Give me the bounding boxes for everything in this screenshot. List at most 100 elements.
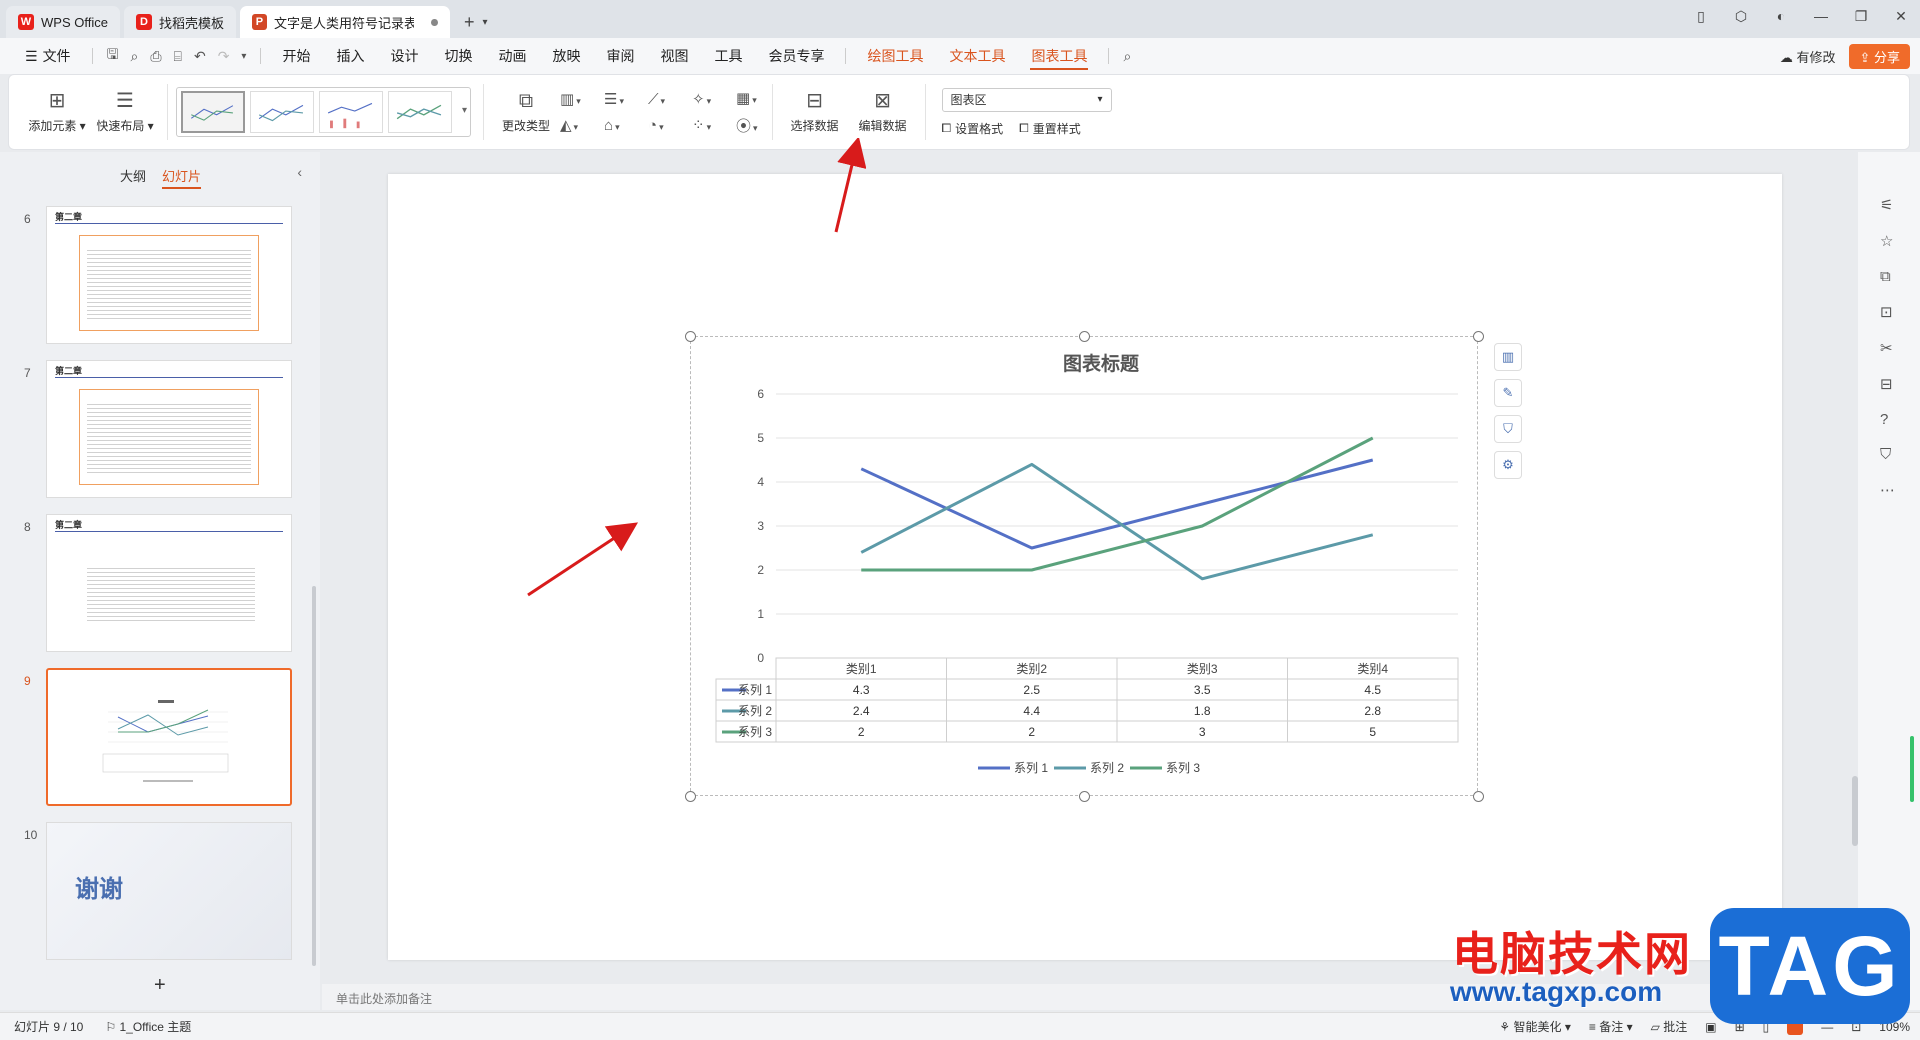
bar-chart-icon[interactable]: ☰ ▾ bbox=[604, 90, 648, 108]
slide-thumbnail-8[interactable]: 8 第二章 bbox=[0, 514, 300, 654]
tab-close-icon[interactable] bbox=[431, 18, 438, 26]
menu-slideshow[interactable]: 放映 bbox=[539, 38, 593, 74]
set-format-button[interactable]: ⧠ 设置格式 bbox=[942, 120, 1004, 137]
quick-layout-button[interactable]: ☰ 快速布局 ▾ bbox=[91, 80, 159, 144]
stock-chart-icon[interactable]: ⌂ ▾ bbox=[604, 117, 648, 134]
resize-handle-tr[interactable] bbox=[1473, 331, 1484, 342]
resize-handle-tl[interactable] bbox=[685, 331, 696, 342]
normal-view-icon[interactable]: ▣ bbox=[1705, 1020, 1716, 1034]
chart-style-3[interactable] bbox=[319, 91, 383, 133]
area-chart-icon[interactable]: ◭ ▾ bbox=[560, 116, 604, 134]
menu-review[interactable]: 审阅 bbox=[593, 38, 647, 74]
chart-style-2[interactable] bbox=[250, 91, 314, 133]
line-chart-icon[interactable]: ⟋ ▾ bbox=[648, 91, 692, 108]
combo-chart-icon[interactable]: ▦ ▾ bbox=[736, 89, 758, 107]
notes-button[interactable]: ≡ 备注 ▾ bbox=[1589, 1018, 1633, 1035]
menu-bar: ☰ 文件 🖫 ⌕ ⎙ ⌸ ↶ ↷ ▾ 开始 插入 设计 切换 动画 放映 审阅 视… bbox=[0, 38, 1920, 74]
resize-handle-bl[interactable] bbox=[685, 791, 696, 802]
tab-template[interactable]: D 找稻壳模板 bbox=[123, 6, 236, 38]
export-icon[interactable]: ⌕ bbox=[125, 48, 145, 65]
book-icon[interactable]: ⊟ bbox=[1880, 375, 1895, 393]
new-tab-button[interactable]: + ▾ bbox=[454, 6, 498, 38]
collapse-panel-icon[interactable]: ‹ bbox=[297, 164, 302, 180]
menu-drawing-tools[interactable]: 绘图工具 bbox=[854, 38, 936, 74]
tab-wps-office[interactable]: W WPS Office bbox=[6, 6, 120, 38]
cube-icon[interactable]: ⬡ bbox=[1732, 8, 1750, 25]
bubble-chart-icon[interactable]: ⦿ ▾ bbox=[736, 115, 758, 136]
canvas-scrollbar[interactable] bbox=[1852, 776, 1858, 846]
chart-filter-icon[interactable]: ⛉ bbox=[1494, 415, 1522, 443]
menu-insert[interactable]: 插入 bbox=[323, 38, 377, 74]
print-preview-icon[interactable]: ⌸ bbox=[168, 48, 188, 65]
image-edit-icon[interactable]: ⊡ bbox=[1880, 303, 1895, 321]
modified-status[interactable]: ☁ 有修改 bbox=[1780, 47, 1836, 66]
tab-outline[interactable]: 大纲 bbox=[120, 166, 146, 189]
comments-button[interactable]: ▱ 批注 bbox=[1651, 1018, 1688, 1035]
star-icon[interactable]: ☆ bbox=[1880, 232, 1895, 250]
add-slide-button[interactable]: + bbox=[154, 974, 166, 997]
menu-chart-tools[interactable]: 图表工具 bbox=[1018, 38, 1100, 74]
layout-icon[interactable]: ▯ bbox=[1692, 8, 1710, 25]
share-icon: ⇪ bbox=[1859, 50, 1871, 65]
column-chart-icon[interactable]: ▥ ▾ bbox=[560, 90, 604, 108]
theme-label[interactable]: ⚐ 1_Office 主题 bbox=[105, 1018, 191, 1035]
radar-chart-icon[interactable]: ✧ ▾ bbox=[692, 90, 736, 108]
chart-style-4[interactable] bbox=[388, 91, 452, 133]
menu-transition[interactable]: 切换 bbox=[431, 38, 485, 74]
menu-home[interactable]: 开始 bbox=[269, 38, 323, 74]
chart-elements-icon[interactable]: ▥ bbox=[1494, 343, 1522, 371]
change-type-button[interactable]: ⧉ 更改类型 bbox=[492, 80, 560, 144]
chart-style-brush-icon[interactable]: ✎ bbox=[1494, 379, 1522, 407]
scatter-chart-icon[interactable]: ⁘ ▾ bbox=[692, 116, 736, 134]
resize-handle-t[interactable] bbox=[1079, 331, 1090, 342]
slide-thumbnail-10[interactable]: 10 谢谢 bbox=[0, 822, 300, 962]
line-chart[interactable]: 图表标题 0 1 2 3 4 5 6 类别1 类别2 类别3 类别4 系列 1 4.3 2.5 3.5 4.5 系… bbox=[690, 336, 1478, 796]
chevron-down-icon[interactable]: ▾ bbox=[235, 51, 252, 62]
chart-settings-icon[interactable]: ⚙ bbox=[1494, 451, 1522, 479]
print-icon[interactable]: ⎙ bbox=[144, 48, 167, 65]
minimize-icon[interactable]: — bbox=[1812, 8, 1830, 25]
undo-icon[interactable]: ↶ bbox=[188, 48, 212, 65]
chevron-down-icon[interactable]: ▾ bbox=[482, 17, 487, 28]
gallery-more-icon[interactable]: ▾ bbox=[462, 105, 467, 116]
restore-icon[interactable]: ❐ bbox=[1852, 8, 1870, 25]
slide-thumbnail-7[interactable]: 7 第二章 bbox=[0, 360, 300, 500]
menu-member[interactable]: 会员专享 bbox=[755, 38, 837, 74]
menu-view[interactable]: 视图 bbox=[647, 38, 701, 74]
edit-data-button[interactable]: ⊠ 编辑数据 bbox=[849, 80, 917, 144]
close-icon[interactable]: ✕ bbox=[1892, 8, 1910, 25]
resize-handle-br[interactable] bbox=[1473, 791, 1484, 802]
menu-text-tools[interactable]: 文本工具 bbox=[936, 38, 1018, 74]
redo-icon[interactable]: ↷ bbox=[212, 48, 236, 65]
menu-animation[interactable]: 动画 bbox=[485, 38, 539, 74]
avatar-icon[interactable]: ◐ bbox=[1772, 8, 1790, 25]
add-element-button[interactable]: ⊞ 添加元素 ▾ bbox=[23, 80, 91, 144]
save-icon[interactable]: 🖫 bbox=[101, 44, 125, 68]
slide-thumbnail-6[interactable]: 6 第二章 bbox=[0, 206, 300, 346]
panel-scrollbar[interactable] bbox=[312, 586, 316, 966]
tools-icon[interactable]: ✂ bbox=[1880, 339, 1895, 357]
slide-thumbnail-9[interactable]: 9 bbox=[0, 668, 300, 808]
chart-element-select[interactable]: 图表区 ▾ bbox=[941, 87, 1112, 112]
chart-float-toolbar: ▥ ✎ ⛉ ⚙ bbox=[1494, 343, 1522, 479]
chart-style-1[interactable] bbox=[181, 91, 245, 133]
menu-design[interactable]: 设计 bbox=[377, 38, 431, 74]
beautify-button[interactable]: ⚘ 智能美化 ▾ bbox=[1499, 1018, 1570, 1035]
resize-handle-b[interactable] bbox=[1079, 791, 1090, 802]
tab-document[interactable]: P 文字是人类用符号记录表达信息以 bbox=[239, 6, 450, 38]
help-icon[interactable]: ? bbox=[1880, 411, 1895, 428]
slide-number: 6 bbox=[24, 212, 31, 226]
pie-chart-icon[interactable]: ◔ ▾ bbox=[648, 117, 692, 134]
copy-icon[interactable]: ⧉ bbox=[1880, 268, 1895, 285]
search-icon[interactable]: ⌕ bbox=[1117, 48, 1137, 65]
more-icon[interactable]: ⋯ bbox=[1880, 481, 1895, 499]
menu-tools[interactable]: 工具 bbox=[701, 38, 755, 74]
shirt-icon[interactable]: ⛉ bbox=[1880, 446, 1895, 463]
reset-style-button[interactable]: ⧠ 重置样式 bbox=[1019, 120, 1081, 137]
properties-icon[interactable]: ⚟ bbox=[1880, 196, 1895, 214]
share-button[interactable]: ⇪ 分享 bbox=[1849, 44, 1910, 69]
select-data-button[interactable]: ⊟ 选择数据 bbox=[781, 80, 849, 144]
body-text-lines bbox=[87, 401, 251, 475]
tab-slides[interactable]: 幻灯片 bbox=[162, 166, 202, 189]
menu-file[interactable]: ☰ 文件 bbox=[12, 38, 84, 74]
